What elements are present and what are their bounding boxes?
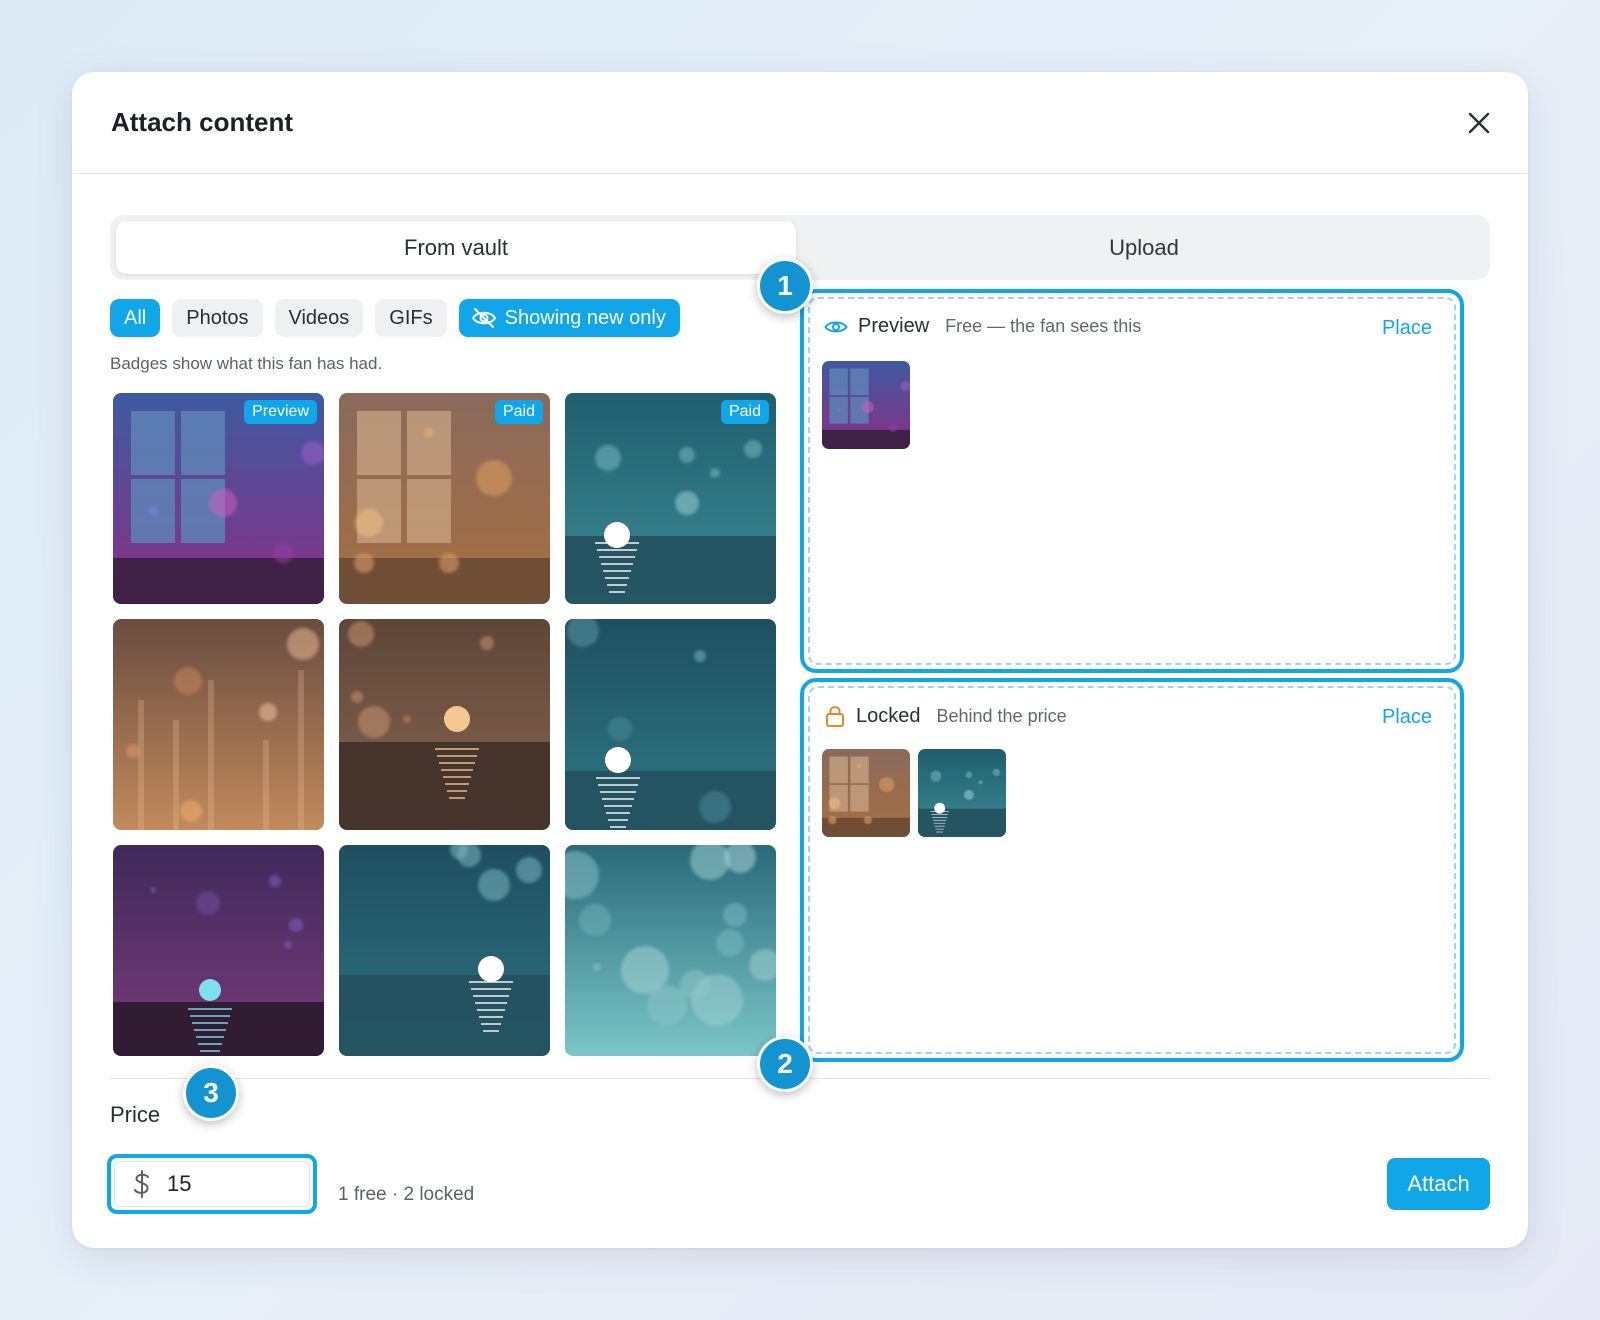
dollar-icon: [134, 1170, 149, 1198]
locked-zone-header: Locked Behind the price: [824, 704, 1067, 728]
status-badge: Paid: [494, 400, 543, 424]
eye-off-icon: [471, 308, 496, 328]
new-only-label: Showing new only: [504, 306, 666, 329]
filter-all[interactable]: All: [110, 299, 161, 337]
vault-item[interactable]: [339, 845, 550, 1056]
vault-thumbnail-image: [113, 845, 324, 1056]
tab-upload[interactable]: Upload: [804, 221, 1484, 274]
preview-zone-header: Preview Free — the fan sees this: [824, 315, 1141, 338]
vault-thumbnail-image: [565, 619, 776, 830]
vault-item[interactable]: Preview: [113, 393, 324, 604]
step-marker-3: 3: [183, 1065, 239, 1121]
preview-zone-subtitle: Free — the fan sees this: [945, 316, 1142, 336]
vault-thumbnail-image: [339, 393, 550, 604]
zone-thumbnail-image: [822, 749, 910, 837]
attach-summary: 1 free · 2 locked: [338, 1184, 475, 1205]
locked-zone-border: [808, 686, 1456, 1054]
vault-thumbnail-image: [565, 393, 776, 604]
vault-item[interactable]: [113, 619, 324, 830]
preview-zone-border: [808, 297, 1456, 665]
price-label: Price: [110, 1102, 161, 1127]
locked-drop-zone[interactable]: Locked Behind the price Place: [800, 678, 1464, 1062]
zone-thumbnail-image: [822, 361, 910, 449]
price-value: 15: [167, 1171, 192, 1196]
attach-button[interactable]: Attach: [1387, 1158, 1490, 1210]
vault-thumbnail-image: [565, 845, 776, 1056]
locked-zone-subtitle: Behind the price: [936, 705, 1067, 726]
close-button[interactable]: [1464, 108, 1494, 138]
preview-item[interactable]: [822, 361, 910, 449]
vault-item[interactable]: Paid: [565, 393, 776, 604]
dialog-title: Attach content: [111, 107, 293, 137]
locked-zone-title: Locked: [856, 704, 921, 727]
step-marker-1: 1: [757, 258, 813, 314]
preview-zone-title: Preview: [858, 315, 930, 337]
vault-thumbnail-image: [339, 619, 550, 830]
eye-icon: [824, 321, 848, 332]
vault-thumbnail-image: [113, 619, 324, 830]
media-filters: All Photos Videos GIFs Showing new only: [110, 299, 680, 337]
vault-item[interactable]: Paid: [339, 393, 550, 604]
filter-photos[interactable]: Photos: [172, 299, 263, 337]
vault-item[interactable]: [339, 619, 550, 830]
close-icon: [1468, 112, 1490, 134]
filter-gifs[interactable]: GIFs: [375, 299, 447, 337]
vault-thumbnail-image: [339, 845, 550, 1056]
status-badge: Preview: [244, 400, 317, 424]
vault-item[interactable]: [113, 845, 324, 1056]
status-badge: Paid: [720, 400, 769, 424]
dialog-header: Attach content: [72, 72, 1528, 174]
place-locked-link[interactable]: Place: [1382, 706, 1432, 729]
filter-videos[interactable]: Videos: [274, 299, 364, 337]
zone-thumbnail-image: [918, 749, 1006, 837]
tab-from-vault[interactable]: From vault: [116, 221, 796, 274]
preview-drop-zone[interactable]: Preview Free — the fan sees this Place: [800, 289, 1464, 673]
price-input[interactable]: 15: [107, 1154, 317, 1214]
lock-icon: [826, 706, 844, 727]
new-only-toggle[interactable]: Showing new only: [458, 299, 680, 337]
badge-hint: Badges show what this fan has had.: [110, 354, 383, 373]
locked-item[interactable]: [822, 749, 910, 837]
step-marker-2: 2: [757, 1036, 813, 1092]
vault-thumbnail-image: [113, 393, 324, 604]
vault-item[interactable]: [565, 845, 776, 1056]
place-preview-link[interactable]: Place: [1382, 317, 1432, 340]
vault-item[interactable]: [565, 619, 776, 830]
attach-content-dialog: Attach content From vault Upload All Pho…: [72, 72, 1528, 1248]
locked-item[interactable]: [918, 749, 1006, 837]
